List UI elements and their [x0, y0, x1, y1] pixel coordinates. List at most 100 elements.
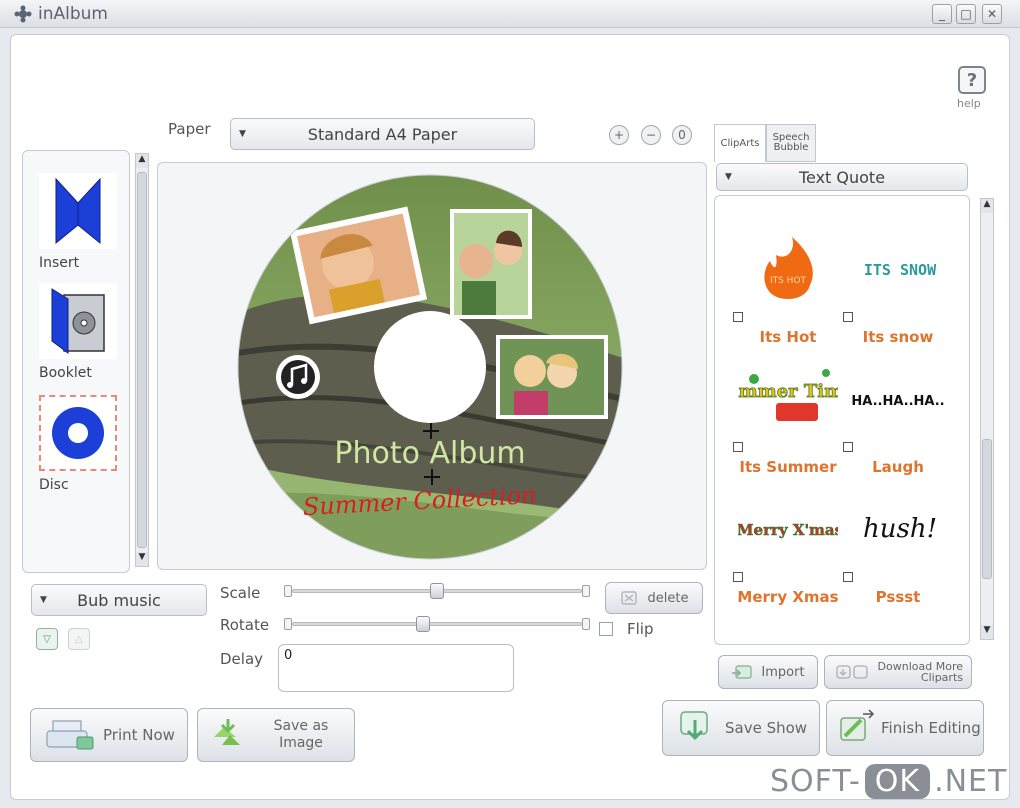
clipart-item-merry-xmas[interactable]: Merry X'mas Merry Xmas: [733, 482, 843, 612]
hush-clipart-icon: hush!: [863, 514, 937, 544]
save-show-button[interactable]: Save Show: [662, 700, 820, 756]
scrollbar-thumb[interactable]: [982, 439, 992, 579]
app-window: inAlbum _ □ ✕ ? help Paper ▼ Standard A4…: [0, 0, 1020, 808]
maximize-button[interactable]: □: [956, 4, 976, 24]
laugh-clipart-icon: HA..HA..HA..: [851, 394, 944, 409]
slider-end: [582, 585, 590, 597]
music-note-icon[interactable]: [276, 355, 320, 399]
sidebar-item-booklet[interactable]: Booklet: [31, 283, 121, 381]
clipart-art-text: hush!: [863, 514, 937, 544]
clipart-name: Merry Xmas: [737, 588, 839, 606]
move-down-icon: ▽: [43, 633, 51, 645]
delete-button[interactable]: delete: [605, 582, 703, 614]
scroll-up-icon[interactable]: ▲: [136, 154, 148, 168]
clipart-name: Its Hot: [759, 328, 817, 346]
paper-select-value: Standard A4 Paper: [307, 124, 458, 144]
rotate-label: Rotate: [220, 616, 270, 634]
save-as-image-label: Save as Image: [273, 718, 329, 751]
zoom-in-button[interactable]: +: [609, 125, 629, 145]
sidebar-item-label: Disc: [39, 477, 69, 493]
clipart-preview-icon: [843, 572, 853, 582]
chevron-down-icon: ▼: [725, 172, 732, 182]
clipart-panel: ITS HOT Its Hot ITS SNOW Its snow Summer…: [714, 195, 970, 645]
flip-checkbox[interactable]: [599, 622, 613, 636]
scrollbar-thumb[interactable]: [137, 172, 147, 548]
rotate-slider[interactable]: [292, 622, 582, 626]
clipart-name: Pssst: [875, 588, 921, 606]
summer-clipart-icon: Summer Time ?: [738, 369, 838, 421]
paper-select[interactable]: ▼ Standard A4 Paper: [230, 118, 535, 150]
scroll-up-icon[interactable]: ▲: [981, 199, 993, 213]
clipart-item-laugh[interactable]: HA..HA..HA.. Laugh: [843, 352, 953, 482]
music-select[interactable]: ▼ Bub music: [31, 584, 207, 616]
minimize-icon: _: [939, 7, 945, 21]
clipart-art-text: ITS HOT: [770, 276, 807, 286]
help-button[interactable]: ?: [958, 66, 986, 94]
clipart-category-select[interactable]: ▼ Text Quote: [716, 163, 968, 191]
print-now-label: Print Now: [103, 726, 175, 744]
chevron-down-icon: ▼: [239, 129, 246, 139]
sidebar-item-insert[interactable]: Insert: [31, 173, 121, 271]
printer-icon: [46, 720, 94, 750]
delete-icon: [620, 591, 637, 605]
flip-label: Flip: [627, 620, 654, 638]
clipart-name: Its Summer: [739, 458, 837, 476]
watermark-text: .NET: [934, 764, 1008, 799]
scale-slider-knob[interactable]: [430, 583, 444, 599]
clipart-item-pssst[interactable]: hush! Pssst: [843, 482, 953, 612]
finish-editing-button[interactable]: Finish Editing: [826, 700, 984, 756]
sidebar-item-label: Insert: [39, 255, 80, 271]
insert-icon: [55, 177, 101, 245]
download-cliparts-button[interactable]: Download More Cliparts: [824, 655, 972, 689]
save-show-label: Save Show: [725, 719, 808, 737]
sidebar-scrollbar[interactable]: ▲ ▼: [135, 153, 149, 567]
print-now-button[interactable]: Print Now: [30, 708, 188, 762]
sidebar-item-disc[interactable]: Disc: [31, 395, 121, 493]
insert-thumbnail: [39, 173, 117, 249]
zoom-out-button[interactable]: −: [641, 125, 661, 145]
scroll-down-icon[interactable]: ▼: [136, 552, 148, 566]
clipart-art-text: ITS SNOW: [864, 261, 937, 279]
help-icon: ?: [966, 69, 978, 91]
minimize-button[interactable]: _: [932, 4, 952, 24]
booklet-icon: [51, 288, 105, 354]
save-as-image-button[interactable]: Save as Image: [197, 708, 355, 762]
tab-label: Speech Bubble: [772, 132, 810, 153]
zoom-reset-button[interactable]: 0: [672, 125, 692, 145]
clipart-category-value: Text Quote: [798, 167, 886, 187]
xmas-clipart-icon: Merry X'mas: [738, 521, 838, 540]
clipart-name: Its snow: [862, 328, 934, 346]
tab-speech-bubble[interactable]: Speech Bubble: [766, 124, 816, 162]
close-button[interactable]: ✕: [982, 4, 1002, 24]
sidebar-item-label: Booklet: [39, 365, 92, 381]
close-icon: ✕: [986, 7, 998, 21]
clipart-item-its-summer[interactable]: Summer Time ? Its Summer: [733, 352, 843, 482]
snow-clipart-icon: ITS SNOW: [864, 261, 937, 279]
layout-sidebar: Insert Booklet Disc: [22, 150, 130, 573]
delay-input[interactable]: 0: [278, 644, 514, 692]
disc-title-text[interactable]: Photo Album: [334, 436, 525, 471]
zoom-out-icon: −: [645, 128, 657, 142]
music-select-value: Bub music: [77, 590, 161, 610]
download-label: Download More Cliparts: [877, 660, 963, 684]
move-down-button[interactable]: ▽: [36, 628, 58, 650]
tab-cliparts[interactable]: ClipArts: [714, 124, 766, 162]
scroll-down-icon[interactable]: ▼: [981, 625, 993, 639]
slider-end: [582, 618, 590, 630]
disc-icon: [52, 407, 104, 459]
clipart-scrollbar[interactable]: ▲ ▼: [980, 198, 994, 640]
clipart-item-its-hot[interactable]: ITS HOT Its Hot: [733, 222, 843, 352]
design-canvas[interactable]: Photo Album Summer Collection: [157, 162, 707, 570]
disc-thumbnail: [39, 395, 117, 471]
zoom-reset-icon: 0: [678, 128, 686, 142]
move-up-button[interactable]: △: [68, 628, 90, 650]
disc-preview[interactable]: Photo Album Summer Collection: [158, 163, 707, 570]
maximize-icon: □: [960, 7, 972, 21]
import-icon: [732, 665, 753, 679]
scale-label: Scale: [220, 584, 261, 602]
clipart-preview-icon: [733, 572, 743, 582]
clipart-item-its-snow[interactable]: ITS SNOW Its snow: [843, 222, 953, 352]
import-button[interactable]: Import: [718, 655, 818, 689]
rotate-slider-knob[interactable]: [415, 616, 430, 632]
title-bar: inAlbum _ □ ✕: [0, 0, 1020, 28]
